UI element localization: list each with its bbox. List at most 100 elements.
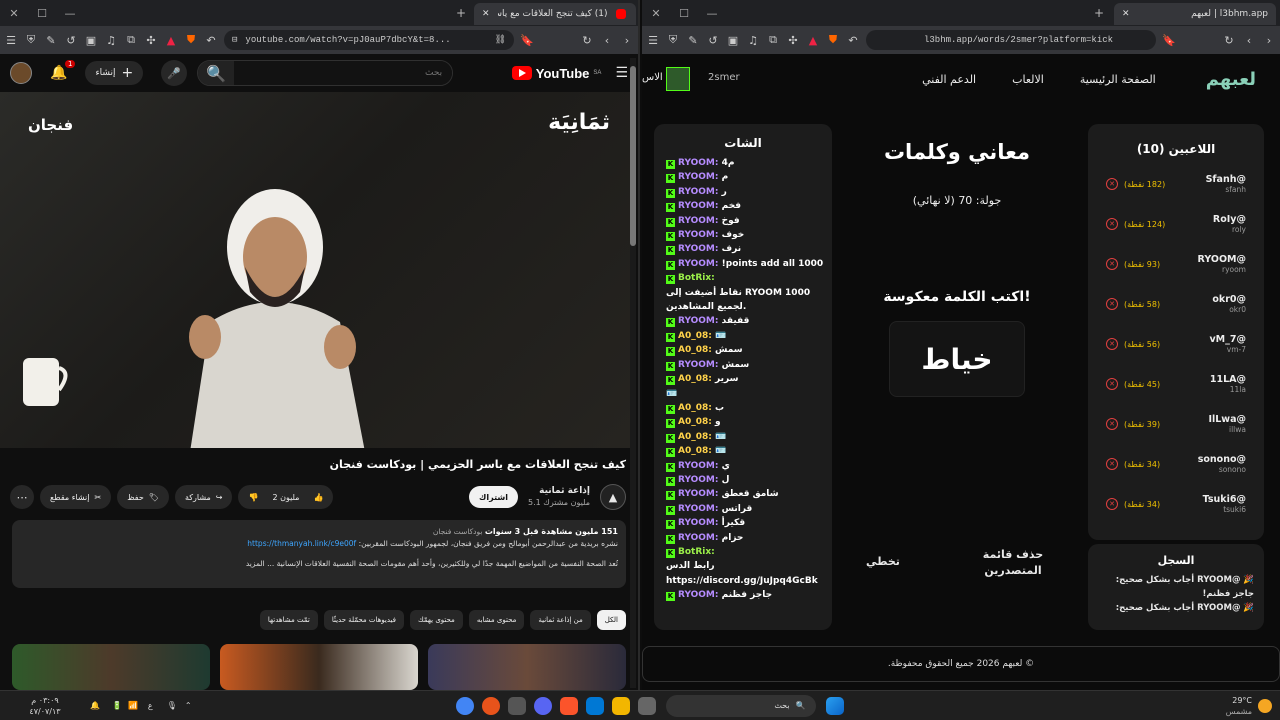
clock[interactable]: ٠٣:٠٩ م ٤٧/٠٧/١٣ bbox=[0, 695, 90, 717]
chip-recently-uploaded[interactable]: فيديوهات محمّلة حديثًا bbox=[323, 610, 404, 630]
refresh-icon[interactable]: ↻ bbox=[1222, 33, 1236, 47]
file-explorer-icon[interactable] bbox=[611, 696, 630, 715]
close-tab-icon[interactable]: ✕ bbox=[1122, 9, 1130, 19]
close-window-icon[interactable]: ✕ bbox=[642, 7, 670, 20]
extensions-icon[interactable]: ✎ bbox=[686, 33, 700, 47]
shield-icon[interactable]: ⛨ bbox=[666, 33, 680, 47]
sidebar-icon[interactable]: ▣ bbox=[726, 33, 740, 47]
sidebar-icon[interactable]: ▣ bbox=[84, 33, 98, 47]
nav-partial-link[interactable]: الاس bbox=[642, 72, 663, 83]
like-icon[interactable]: 👍 bbox=[313, 493, 323, 502]
description-link[interactable]: https://thmanyah.link/c9e00f bbox=[247, 539, 356, 548]
chat-username[interactable]: RYOOM: bbox=[678, 244, 719, 254]
brave-rewards-icon[interactable]: ▲ bbox=[164, 33, 178, 47]
chat-username[interactable]: RYOOM: bbox=[678, 360, 719, 370]
chat-username[interactable]: RYOOM: bbox=[678, 518, 719, 528]
chip-watched[interactable]: تمّت مشاهدتها bbox=[259, 610, 318, 630]
reload-page-icon[interactable]: ↶ bbox=[846, 33, 860, 47]
chip-related[interactable]: محتوى مشابه bbox=[468, 610, 525, 630]
remove-player-icon[interactable]: ✕ bbox=[1106, 378, 1118, 390]
obs-icon[interactable] bbox=[507, 696, 526, 715]
mic-tray-icon[interactable]: 🎙 bbox=[167, 701, 177, 710]
close-tab-icon[interactable]: ✕ bbox=[482, 9, 490, 19]
brave-shield-icon[interactable]: ⛊ bbox=[826, 33, 840, 47]
remove-player-icon[interactable]: ✕ bbox=[1106, 178, 1118, 190]
refresh-icon[interactable]: ↻ bbox=[580, 33, 594, 47]
music-icon[interactable]: ♫ bbox=[104, 33, 118, 47]
task-view-icon[interactable] bbox=[637, 696, 656, 715]
chat-username[interactable]: RYOOM: bbox=[678, 590, 719, 600]
chat-username[interactable]: RYOOM: bbox=[678, 230, 719, 240]
channel-avatar[interactable]: ▲ bbox=[600, 484, 626, 510]
remove-player-icon[interactable]: ✕ bbox=[1106, 418, 1118, 430]
nav-home[interactable]: الصفحة الرئيسية bbox=[1080, 73, 1156, 86]
chat-username[interactable]: RYOOM: bbox=[678, 201, 719, 211]
chat-username[interactable]: A0_08: bbox=[678, 432, 712, 442]
remove-player-icon[interactable]: ✕ bbox=[1106, 258, 1118, 270]
chat-username[interactable]: RYOOM: bbox=[678, 187, 719, 197]
brave-shield-icon[interactable]: ⛊ bbox=[184, 33, 198, 47]
chat-username[interactable]: RYOOM: bbox=[678, 216, 719, 226]
forward-icon[interactable]: › bbox=[620, 33, 634, 47]
bookmark-icon[interactable]: 🔖 bbox=[1162, 33, 1176, 47]
scrollbar-thumb[interactable] bbox=[630, 66, 636, 246]
puzzle-icon[interactable]: ✣ bbox=[144, 33, 158, 47]
nav-games[interactable]: الالعاب bbox=[1012, 73, 1044, 86]
chat-username[interactable]: RYOOM: bbox=[678, 158, 719, 168]
brave-rewards-icon[interactable]: ▲ bbox=[806, 33, 820, 47]
voice-search-icon[interactable]: 🎤 bbox=[161, 60, 188, 86]
back-icon[interactable]: ‹ bbox=[1242, 33, 1256, 47]
chat-username[interactable]: A0_08: bbox=[678, 374, 712, 384]
video-description[interactable]: 151 مليون مشاهدة قبل 3 سنوات بودكاست فنج… bbox=[12, 520, 626, 588]
share-link-icon[interactable]: ⛓ bbox=[495, 35, 506, 45]
tab-l3bhm[interactable]: ✕ لعبهم | l3bhm.app bbox=[1114, 3, 1276, 25]
search-input[interactable] bbox=[234, 61, 453, 85]
minimize-window-icon[interactable]: — bbox=[56, 7, 84, 20]
taskbar-search[interactable]: بحث 🔍 bbox=[665, 694, 816, 717]
profile-avatar[interactable] bbox=[666, 67, 690, 91]
tab-youtube[interactable]: ✕ (1) كيف تنجح العلاقات مع ياسر ... bbox=[474, 3, 636, 25]
discord-icon[interactable] bbox=[533, 696, 552, 715]
remove-player-icon[interactable]: ✕ bbox=[1106, 338, 1118, 350]
close-window-icon[interactable]: ✕ bbox=[0, 7, 28, 20]
language-indicator[interactable]: ع bbox=[148, 701, 153, 710]
remove-player-icon[interactable]: ✕ bbox=[1106, 298, 1118, 310]
minimize-window-icon[interactable]: — bbox=[698, 7, 726, 20]
hamburger-menu-icon[interactable]: ☰ bbox=[615, 65, 628, 81]
address-bar[interactable]: l3bhm.app/words/2smer?platform=kick bbox=[866, 30, 1156, 50]
subscribe-button[interactable]: اشتراك bbox=[469, 486, 518, 508]
chat-username[interactable]: RYOOM: bbox=[678, 259, 719, 269]
chat-username[interactable]: A0_08: bbox=[678, 417, 712, 427]
channel-name[interactable]: إذاعة ثمانية bbox=[528, 485, 590, 497]
recommended-video-thumbnail[interactable] bbox=[220, 644, 418, 690]
nav-username[interactable]: 2smer bbox=[708, 72, 740, 83]
battery-icon[interactable]: 🔋 bbox=[112, 701, 122, 710]
chat-username[interactable]: A0_08: bbox=[678, 403, 712, 413]
create-button[interactable]: إنشاء + bbox=[85, 61, 144, 85]
skip-button[interactable]: تخطي bbox=[866, 555, 900, 579]
remove-player-icon[interactable]: ✕ bbox=[1106, 218, 1118, 230]
chrome-icon[interactable] bbox=[455, 696, 474, 715]
store-icon[interactable] bbox=[585, 696, 604, 715]
history-icon[interactable]: ↺ bbox=[64, 33, 78, 47]
chat-username[interactable]: RYOOM: bbox=[678, 461, 719, 471]
chevron-up-icon[interactable]: ⌃ bbox=[185, 701, 192, 710]
page-scrollbar[interactable] bbox=[630, 58, 636, 688]
chat-username[interactable]: A0_08: bbox=[678, 446, 712, 456]
menu-icon[interactable]: ☰ bbox=[4, 33, 18, 47]
chip-for-you[interactable]: محتوى يهمّك bbox=[409, 610, 463, 630]
extensions-icon[interactable]: ✎ bbox=[44, 33, 58, 47]
maximize-window-icon[interactable]: ☐ bbox=[28, 7, 56, 20]
app-icon[interactable] bbox=[481, 696, 500, 715]
dislike-icon[interactable]: 👎 bbox=[248, 493, 258, 502]
chat-username[interactable]: RYOOM: bbox=[678, 533, 719, 543]
back-icon[interactable]: ‹ bbox=[600, 33, 614, 47]
chip-from-channel[interactable]: من إذاعة ثمانية bbox=[530, 610, 591, 630]
history-icon[interactable]: ↺ bbox=[706, 33, 720, 47]
notification-icon[interactable]: 🔔 bbox=[90, 701, 100, 710]
delete-leaderboard-button[interactable]: حذف قائمة المتصدرين bbox=[978, 547, 1048, 579]
chat-username[interactable]: BotRix: bbox=[678, 273, 715, 283]
chat-username[interactable]: RYOOM: bbox=[678, 475, 719, 485]
windows-start-icon[interactable] bbox=[825, 696, 844, 715]
bookmark-icon[interactable]: 🔖 bbox=[520, 33, 534, 47]
